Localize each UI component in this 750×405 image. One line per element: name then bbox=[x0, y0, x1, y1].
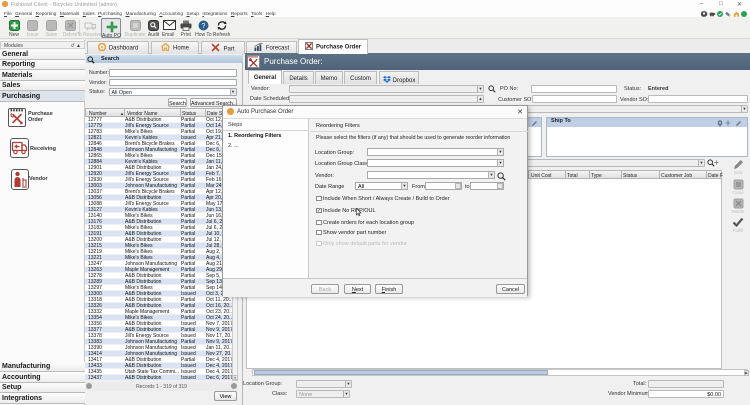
svg-text:?: ? bbox=[201, 23, 205, 30]
